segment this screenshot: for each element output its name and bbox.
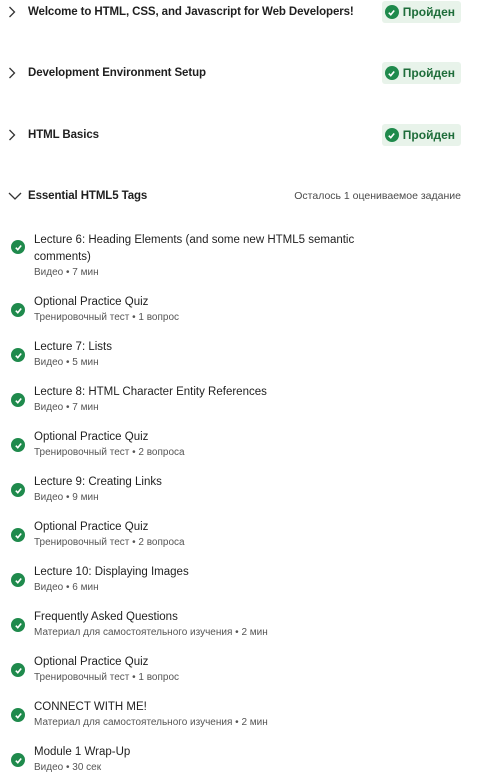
chevron-down-icon	[8, 176, 22, 216]
status-badge: Пройден	[381, 124, 461, 146]
check-icon	[11, 303, 25, 317]
item-meta: Тренировочный тест • 2 вопроса	[34, 447, 185, 458]
item-meta: Материал для самостоятельного изучения •…	[34, 717, 268, 728]
item-title: Lecture 9: Creating Links	[34, 476, 162, 488]
module-title: Development Environment Setup	[28, 67, 206, 79]
list-item[interactable]: Lecture 9: Creating Links Видео • 9 мин	[0, 474, 480, 508]
item-meta: Тренировочный тест • 2 вопроса	[34, 537, 185, 548]
module-title: Welcome to HTML, CSS, and Javascript for…	[28, 6, 354, 18]
check-icon	[11, 573, 25, 587]
chevron-right-icon	[8, 0, 18, 32]
status-label: Пройден	[402, 5, 455, 19]
item-meta: Тренировочный тест • 1 вопрос	[34, 312, 180, 323]
item-meta: Видео • 7 мин	[34, 267, 99, 278]
check-icon	[11, 348, 25, 362]
check-icon	[384, 66, 399, 80]
module-title: HTML Basics	[28, 129, 99, 141]
status-badge: Пройден	[381, 1, 461, 23]
check-icon	[11, 438, 25, 452]
list-item[interactable]: Optional Practice Quiz Тренировочный тес…	[0, 519, 480, 553]
item-title: Optional Practice Quiz	[34, 431, 149, 443]
item-meta: Видео • 30 сек	[34, 762, 102, 773]
item-title: Lecture 8: HTML Character Entity Referen…	[34, 386, 267, 398]
list-item[interactable]: Module 1 Wrap-Up Видео • 30 сек	[0, 744, 480, 773]
check-icon	[11, 753, 25, 767]
list-item[interactable]: Lecture 7: Lists Видео • 5 мин	[0, 339, 480, 373]
item-meta: Видео • 7 мин	[34, 402, 99, 413]
chevron-right-icon	[8, 115, 18, 155]
status-badge: Пройден	[381, 62, 461, 84]
check-icon	[11, 393, 25, 407]
item-title: Optional Practice Quiz	[34, 296, 149, 308]
item-title: Optional Practice Quiz	[34, 521, 149, 533]
check-icon	[11, 528, 25, 542]
list-item[interactable]: Optional Practice Quiz Тренировочный тес…	[0, 654, 480, 688]
check-icon	[11, 663, 25, 677]
item-title: CONNECT WITH ME!	[34, 701, 147, 713]
check-icon	[384, 5, 399, 19]
list-item[interactable]: Frequently Asked Questions Материал для …	[0, 609, 480, 643]
module-environment-setup[interactable]: Development Environment Setup Пройден	[0, 53, 480, 93]
item-meta: Видео • 5 мин	[34, 357, 99, 368]
remaining-assignments: Осталось 1 оцениваемое задание	[294, 190, 461, 202]
list-item[interactable]: Lecture 6: Heading Elements (and some ne…	[0, 232, 480, 280]
list-item[interactable]: Optional Practice Quiz Тренировочный тес…	[0, 294, 480, 328]
item-title: Optional Practice Quiz	[34, 656, 149, 668]
list-item[interactable]: CONNECT WITH ME! Материал для самостояте…	[0, 699, 480, 733]
item-meta: Тренировочный тест • 1 вопрос	[34, 672, 180, 683]
item-title: Lecture 7: Lists	[34, 341, 112, 353]
item-meta: Материал для самостоятельного изучения •…	[34, 627, 268, 638]
check-icon	[11, 708, 25, 722]
check-icon	[384, 128, 399, 142]
module-essential-html5-tags[interactable]: Essential HTML5 Tags Осталось 1 оценивае…	[0, 176, 480, 216]
list-item[interactable]: Optional Practice Quiz Тренировочный тес…	[0, 429, 480, 463]
item-title: Frequently Asked Questions	[34, 611, 178, 623]
check-icon	[11, 240, 25, 254]
check-icon	[11, 483, 25, 497]
chevron-right-icon	[8, 53, 18, 93]
item-meta: Видео • 9 мин	[34, 492, 99, 503]
status-label: Пройден	[402, 66, 455, 80]
item-meta: Видео • 6 мин	[34, 582, 99, 593]
status-label: Пройден	[402, 128, 455, 142]
item-title: Lecture 10: Displaying Images	[34, 566, 189, 578]
list-item[interactable]: Lecture 8: HTML Character Entity Referen…	[0, 384, 480, 418]
module-html-basics[interactable]: HTML Basics Пройден	[0, 115, 480, 155]
check-icon	[11, 618, 25, 632]
item-title: Lecture 6: Heading Elements (and some ne…	[34, 234, 355, 263]
module-welcome[interactable]: Welcome to HTML, CSS, and Javascript for…	[0, 0, 480, 32]
module-title: Essential HTML5 Tags	[28, 190, 148, 202]
list-item[interactable]: Lecture 10: Displaying Images Видео • 6 …	[0, 564, 480, 598]
item-title: Module 1 Wrap-Up	[34, 746, 131, 758]
